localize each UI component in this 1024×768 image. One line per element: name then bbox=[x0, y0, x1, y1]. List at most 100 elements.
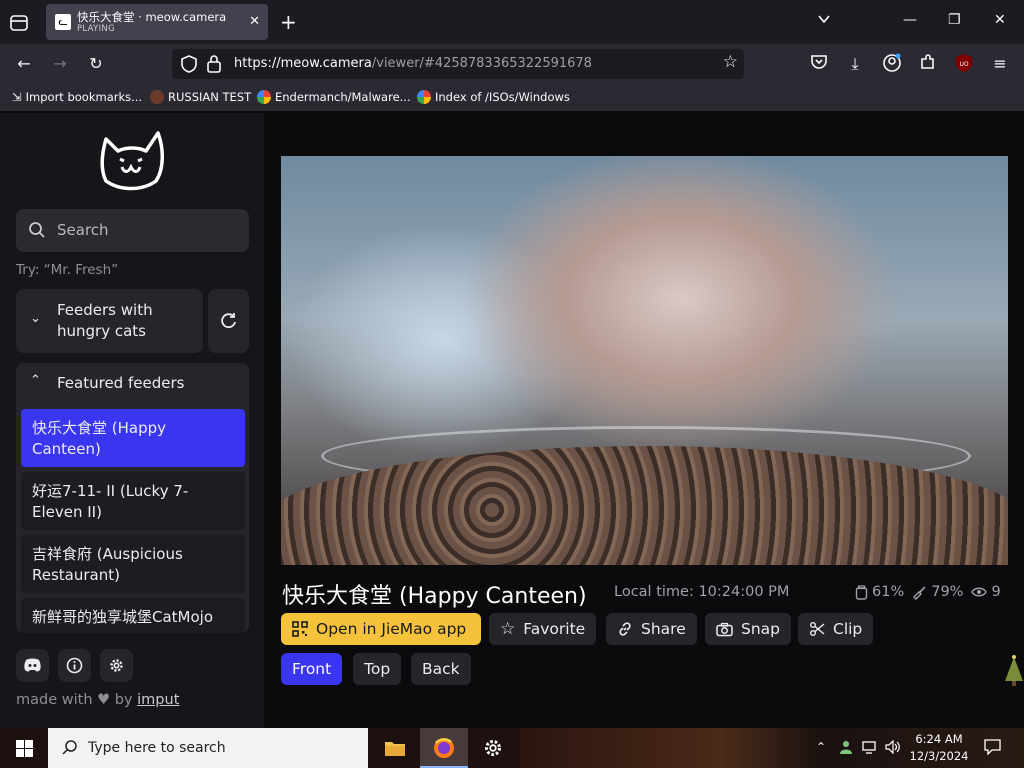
open-app-button[interactable]: Open in JieMao app bbox=[281, 613, 481, 645]
feeder-item-catmojo[interactable]: 新鲜哥的独享城堡CatMojo bbox=[21, 598, 245, 633]
refresh-icon bbox=[221, 313, 236, 329]
ublock-icon[interactable]: UO bbox=[953, 53, 975, 75]
feeder-item-auspicious-restaurant[interactable]: 吉祥食府 (Auspicious Restaurant) bbox=[21, 535, 245, 593]
scissors-icon bbox=[810, 622, 825, 636]
featured-feeders-panel: ⌃ Featured feeders 快乐大食堂 (Happy Canteen)… bbox=[16, 363, 249, 633]
broom-icon bbox=[913, 585, 926, 600]
made-with-credit: made with ♥ by imput bbox=[16, 692, 180, 708]
chevron-down-icon[interactable] bbox=[817, 12, 831, 30]
camera-back-tab[interactable]: Back bbox=[411, 653, 471, 685]
imput-link[interactable]: imput bbox=[137, 692, 179, 708]
windows-start-button[interactable] bbox=[0, 728, 48, 768]
folder-icon bbox=[385, 742, 405, 756]
search-input[interactable]: Search bbox=[16, 209, 249, 252]
lock-icon[interactable] bbox=[206, 54, 222, 78]
info-icon bbox=[66, 657, 83, 674]
food-container-icon bbox=[855, 584, 868, 600]
extensions-icon[interactable] bbox=[917, 53, 939, 75]
tab-playing-status: PLAYING bbox=[77, 24, 115, 34]
hungry-cats-dropdown[interactable]: ⌄ Feeders with hungry cats bbox=[16, 289, 203, 353]
nav-bar: ← → ↻ https://meow.camera/viewer/#425878… bbox=[0, 44, 1024, 84]
clean-level-stat: 79% bbox=[912, 584, 963, 600]
notifications-icon[interactable] bbox=[984, 739, 1001, 758]
minimize-icon[interactable]: — bbox=[903, 12, 917, 28]
star-icon: ☆ bbox=[500, 619, 516, 639]
feeder-stats: 61% 79% 9 bbox=[855, 584, 1001, 600]
chevron-up-icon[interactable]: ⌃ bbox=[816, 740, 826, 754]
feeder-item-happy-canteen[interactable]: 快乐大食堂 (Happy Canteen) bbox=[21, 409, 245, 467]
taskbar-search[interactable]: Type here to search bbox=[48, 728, 368, 768]
download-icon[interactable]: ⤓ bbox=[844, 53, 866, 75]
camera-icon bbox=[716, 622, 733, 636]
taskbar-search-placeholder: Type here to search bbox=[88, 740, 226, 756]
search-icon bbox=[62, 740, 77, 755]
qr-code-icon bbox=[292, 621, 308, 637]
volume-icon[interactable] bbox=[885, 739, 901, 757]
bookmark-star-icon[interactable]: ☆ bbox=[723, 52, 738, 72]
camera-top-tab[interactable]: Top bbox=[353, 653, 402, 685]
file-explorer-button[interactable] bbox=[371, 728, 419, 768]
eye-icon bbox=[971, 587, 988, 597]
restore-icon[interactable]: ❐ bbox=[948, 12, 961, 28]
bookmark-russian-test[interactable]: RUSSIAN TEST bbox=[150, 90, 251, 104]
google-icon bbox=[417, 90, 431, 104]
clip-button[interactable]: Clip bbox=[798, 613, 874, 645]
reload-icon[interactable]: ↻ bbox=[85, 53, 107, 75]
gear-icon bbox=[485, 740, 501, 756]
shield-icon[interactable] bbox=[180, 54, 198, 78]
menu-hamburger-icon[interactable]: ≡ bbox=[989, 53, 1011, 75]
feeder-title: 快乐大食堂 (Happy Canteen) bbox=[282, 584, 587, 609]
refresh-button[interactable] bbox=[208, 289, 249, 353]
featured-feeders-toggle[interactable]: ⌃ Featured feeders bbox=[16, 363, 249, 407]
bookmark-endermanch[interactable]: Endermanch/Malware... bbox=[257, 90, 411, 104]
url-text: https://meow.camera/viewer/#425878336532… bbox=[234, 56, 592, 71]
sidebar: Search Try: “Mr. Fresh” ⌄ Feeders with h… bbox=[0, 113, 264, 728]
window-close-icon[interactable]: ✕ bbox=[994, 12, 1006, 28]
snap-button[interactable]: Snap bbox=[705, 613, 791, 645]
settings-button[interactable] bbox=[100, 649, 133, 682]
google-icon bbox=[257, 90, 271, 104]
local-time: Local time: 10:24:00 PM bbox=[614, 584, 790, 600]
back-arrow-icon[interactable]: ← bbox=[13, 53, 35, 75]
info-button[interactable] bbox=[58, 649, 91, 682]
bookmarks-toolbar: ⇲ Import bookmarks... RUSSIAN TEST Enderm… bbox=[0, 84, 1024, 112]
bookmark-import[interactable]: ⇲ Import bookmarks... bbox=[12, 90, 142, 104]
account-icon[interactable] bbox=[881, 53, 903, 75]
holiday-tree-decoration[interactable] bbox=[1004, 653, 1024, 687]
discord-icon bbox=[24, 658, 41, 672]
chevron-up-icon: ⌃ bbox=[30, 373, 41, 388]
camera-front-tab[interactable]: Front bbox=[281, 653, 343, 685]
page: Search Try: “Mr. Fresh” ⌄ Feeders with h… bbox=[0, 113, 1024, 728]
new-tab-icon[interactable]: + bbox=[280, 10, 297, 34]
feeder-item-lucky-seven-eleven[interactable]: 好运7-11- II (Lucky 7-Eleven II) bbox=[21, 472, 245, 530]
user-status-icon[interactable] bbox=[839, 740, 853, 757]
windows-logo-icon bbox=[16, 740, 33, 757]
pocket-icon[interactable] bbox=[808, 53, 830, 75]
tab-strip: ᓚ 快乐大食堂 · meow.camera PLAYING ✕ + — ❐ ✕ bbox=[0, 0, 1024, 44]
cat-favicon-icon: ᓚ bbox=[55, 14, 71, 30]
bookmark-favicon-icon bbox=[150, 90, 164, 104]
browser-tab[interactable]: ᓚ 快乐大食堂 · meow.camera PLAYING ✕ bbox=[46, 4, 268, 40]
camera-stream[interactable] bbox=[281, 156, 1008, 565]
chevron-down-icon: ⌄ bbox=[30, 311, 41, 326]
discord-button[interactable] bbox=[16, 649, 49, 682]
firefox-icon bbox=[434, 738, 454, 758]
meow-camera-logo[interactable] bbox=[98, 129, 168, 193]
gear-icon bbox=[110, 659, 123, 672]
bookmark-isos[interactable]: Index of /ISOs/Windows bbox=[417, 90, 570, 104]
tab-list-icon[interactable] bbox=[8, 12, 30, 34]
system-clock[interactable]: 6:24 AM 12/3/2024 bbox=[906, 731, 972, 765]
url-bar[interactable]: https://meow.camera/viewer/#425878336532… bbox=[172, 49, 744, 79]
search-placeholder: Search bbox=[57, 221, 109, 239]
settings-taskbar-button[interactable] bbox=[469, 728, 517, 768]
share-button[interactable]: Share bbox=[606, 613, 697, 645]
link-icon bbox=[619, 622, 631, 636]
forward-arrow-icon[interactable]: → bbox=[49, 53, 71, 75]
svg-text:UO: UO bbox=[959, 61, 968, 68]
search-icon bbox=[28, 221, 46, 243]
network-icon[interactable] bbox=[862, 740, 878, 757]
close-tab-icon[interactable]: ✕ bbox=[249, 14, 260, 29]
favorite-button[interactable]: ☆ Favorite bbox=[489, 613, 597, 645]
featured-feeders-label: Featured feeders bbox=[57, 374, 185, 392]
firefox-taskbar-button[interactable] bbox=[420, 728, 468, 768]
